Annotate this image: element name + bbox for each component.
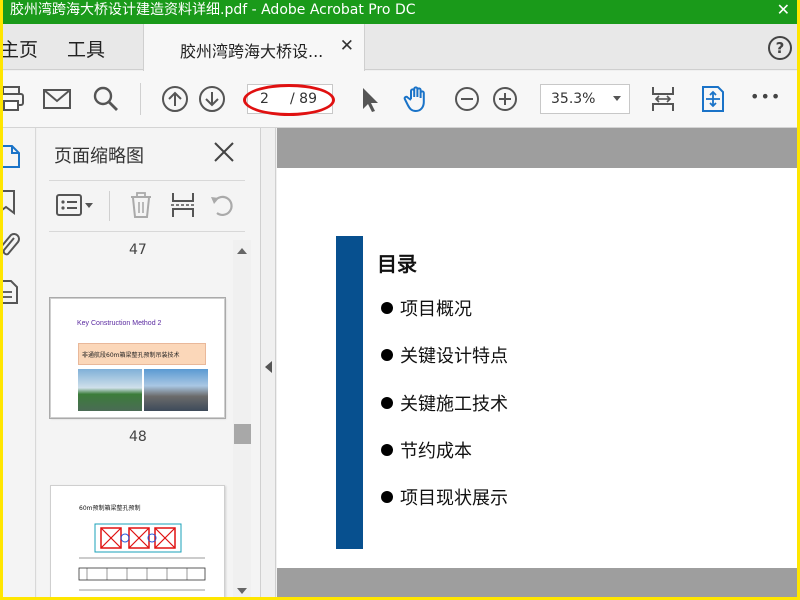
select-cursor-icon[interactable] [354, 84, 384, 114]
page-thumbnails-panel: 页面缩略图 47 Key Construction Method 2 非通航段6… [37, 128, 261, 600]
panel-title: 页面缩略图 [54, 146, 144, 167]
delete-page-icon[interactable] [127, 191, 155, 219]
toolbar: 2 / 89 35.3% ••• [0, 71, 800, 128]
slide-list-item: 节约成本 [381, 437, 472, 463]
chevron-down-icon [613, 96, 621, 101]
bullet-icon [381, 302, 393, 314]
scroll-up-icon[interactable] [237, 248, 247, 254]
chevron-left-icon [265, 361, 272, 373]
document-page: 目录 项目概况 关键设计特点 关键施工技术 节约成本 项目现状展示 [277, 168, 797, 568]
attachment-icon[interactable] [0, 232, 22, 260]
page-thumbnails-icon[interactable] [0, 142, 22, 170]
thumbnail-heading: Key Construction Method 2 [77, 320, 162, 327]
help-icon[interactable]: ? [768, 36, 792, 60]
window-titlebar: 胶州湾跨海大桥设计建造资料详细.pdf - Adobe Acrobat Pro … [0, 0, 800, 24]
tab-close-icon[interactable]: ✕ [340, 36, 354, 56]
slide-list-item: 关键施工技术 [381, 390, 508, 416]
document-properties-icon[interactable] [0, 278, 22, 306]
zoom-in-icon[interactable] [490, 84, 520, 114]
close-icon[interactable] [212, 140, 236, 164]
search-icon[interactable] [91, 84, 121, 114]
thumbnail-page-number: 48 [129, 429, 147, 445]
hand-tool-icon[interactable] [402, 84, 432, 114]
toolbar-separator [109, 191, 110, 221]
slide-list-item-text: 关键设计特点 [400, 346, 508, 367]
bullet-icon [381, 491, 393, 503]
bullet-icon [381, 397, 393, 409]
thumbnail-photo [144, 369, 208, 411]
tab-row: 主页 工具 胶州湾跨海大桥设... ✕ ? [0, 24, 800, 71]
navigation-rail [0, 128, 36, 600]
slide-list-item: 项目现状展示 [381, 484, 508, 510]
window-title: 胶州湾跨海大桥设计建造资料详细.pdf - Adobe Acrobat Pro … [10, 2, 416, 18]
thumbnail-scrollbar[interactable] [233, 240, 251, 600]
slide-heading: 目录 [377, 252, 417, 276]
scroll-down-icon[interactable] [237, 588, 247, 594]
zoom-level-value: 35.3% [551, 91, 596, 107]
more-options-icon[interactable]: ••• [750, 87, 781, 106]
page-thumbnail[interactable]: 60m预制箱梁整孔预制 [50, 485, 225, 600]
thumbnail-toolbar [49, 180, 245, 232]
thumbnail-heading: 60m预制箱梁整孔预制 [79, 505, 141, 512]
slide-list-item-text: 项目现状展示 [400, 488, 508, 509]
extract-page-icon[interactable] [169, 191, 197, 219]
panel-collapse-handle[interactable] [262, 128, 276, 600]
slide-list-item-text: 项目概况 [400, 299, 472, 320]
menu-tools[interactable]: 工具 [67, 35, 105, 62]
window-close-icon[interactable]: ✕ [777, 0, 790, 20]
toolbar-separator [140, 83, 141, 115]
next-page-icon[interactable] [197, 84, 227, 114]
fit-width-icon[interactable] [648, 84, 678, 114]
thumbnail-options-icon[interactable] [55, 191, 95, 219]
scrollbar-thumb[interactable] [234, 424, 251, 444]
slide-list-item-text: 节约成本 [400, 441, 472, 462]
page-thumbnail[interactable]: Key Construction Method 2 非通航段60m箱梁整孔预制吊… [49, 297, 226, 419]
mail-icon[interactable] [42, 84, 72, 114]
fit-page-icon[interactable] [698, 84, 728, 114]
bullet-icon [381, 349, 393, 361]
thumbnail-banner-text: 非通航段60m箱梁整孔预制吊装技术 [82, 352, 180, 359]
slide-list-item-text: 关键施工技术 [400, 394, 508, 415]
thumbnail-page-number: 47 [129, 242, 147, 258]
thumbnail-photo [78, 369, 142, 411]
annotation-oval [243, 84, 335, 116]
bullet-icon [381, 444, 393, 456]
slide-list-item: 关键设计特点 [381, 342, 508, 368]
tab-document[interactable]: 胶州湾跨海大桥设... ✕ [143, 24, 365, 71]
slide-list-item: 项目概况 [381, 295, 472, 321]
tab-document-label: 胶州湾跨海大桥设... [180, 42, 324, 61]
bookmark-icon[interactable] [0, 188, 22, 216]
zoom-level-dropdown[interactable]: 35.3% [540, 84, 630, 114]
menu-home[interactable]: 主页 [0, 35, 38, 62]
previous-page-icon[interactable] [160, 84, 190, 114]
rotate-icon[interactable] [209, 191, 237, 219]
thumbnail-banner: 非通航段60m箱梁整孔预制吊装技术 [78, 343, 206, 365]
accent-bar [336, 236, 363, 549]
print-icon[interactable] [0, 84, 26, 114]
document-view[interactable]: 目录 项目概况 关键设计特点 关键施工技术 节约成本 项目现状展示 [277, 128, 797, 600]
zoom-out-icon[interactable] [452, 84, 482, 114]
thumbnail-drawing [78, 523, 206, 591]
